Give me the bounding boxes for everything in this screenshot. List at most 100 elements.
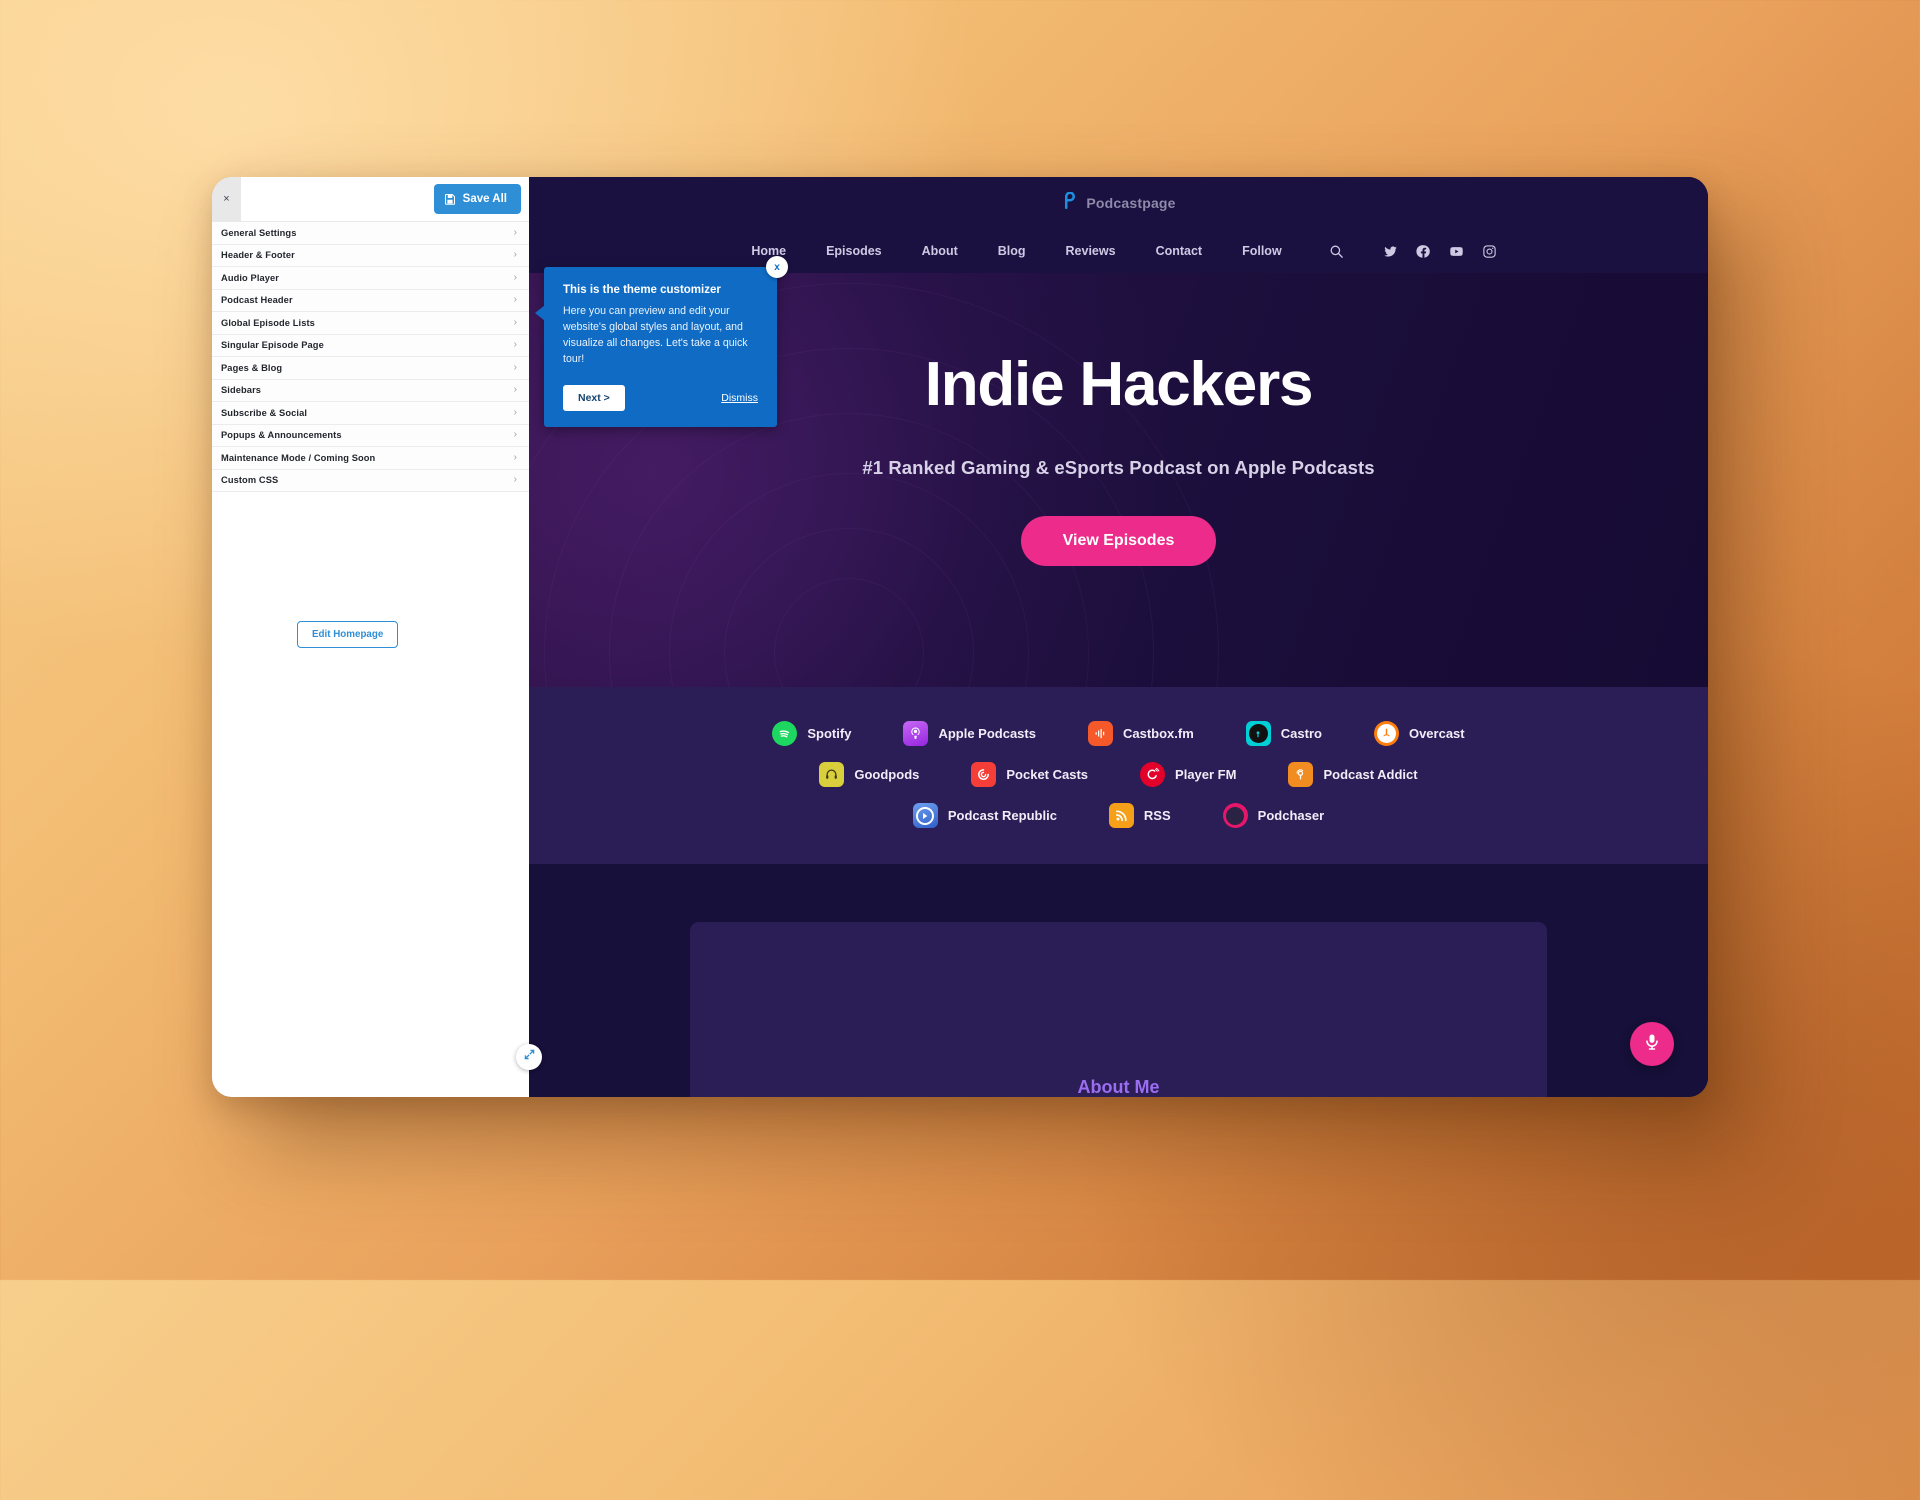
floppy-disk-icon (444, 193, 456, 205)
customizer-menu: General Settings › Header & Footer › Aud… (212, 221, 529, 492)
menu-item-custom-css[interactable]: Custom CSS › (212, 469, 529, 492)
menu-item-label: Subscribe & Social (221, 407, 308, 418)
close-icon: × (223, 193, 230, 205)
platform-podcast-addict[interactable]: Podcast Addict (1262, 754, 1443, 795)
tour-actions: Next > Dismiss (563, 384, 758, 411)
nav-link-home[interactable]: Home (731, 244, 806, 258)
menu-item-popups-announcements[interactable]: Popups & Announcements › (212, 424, 529, 447)
menu-item-label: Global Episode Lists (221, 317, 315, 328)
tour-dismiss-link[interactable]: Dismiss (721, 392, 758, 404)
save-all-button[interactable]: Save All (433, 184, 521, 214)
customizer-toolbar: × Save All (212, 177, 529, 221)
spotify-icon (772, 721, 798, 746)
chevron-right-icon: › (513, 226, 517, 238)
chevron-right-icon: › (513, 474, 517, 486)
platform-rss[interactable]: RSS (1083, 795, 1197, 836)
menu-item-label: Maintenance Mode / Coming Soon (221, 452, 376, 463)
menu-item-pages-blog[interactable]: Pages & Blog › (212, 357, 529, 380)
platform-goodpods[interactable]: Goodpods (793, 754, 945, 795)
nav-link-follow[interactable]: Follow (1222, 244, 1302, 258)
view-episodes-button[interactable]: View Episodes (1020, 516, 1217, 566)
close-tour-button[interactable]: x (766, 256, 788, 278)
platform-pocket-casts[interactable]: Pocket Casts (945, 754, 1114, 795)
menu-item-label: Header & Footer (221, 250, 295, 261)
nav-link-episodes[interactable]: Episodes (806, 244, 902, 258)
twitter-icon[interactable] (1374, 244, 1407, 259)
site-brand[interactable]: Podcastpage (1061, 190, 1176, 215)
platform-row: Podcast Republic RSS Podchaser (529, 795, 1708, 836)
platform-label: RSS (1143, 808, 1171, 823)
chevron-right-icon: › (513, 361, 517, 373)
platform-podchaser[interactable]: Podchaser (1197, 795, 1350, 836)
chevron-right-icon: › (513, 429, 517, 441)
podchaser-icon (1222, 803, 1248, 828)
platform-row: Goodpods Pocket Casts Player FM Podcast … (529, 754, 1708, 795)
menu-item-maintenance-mode[interactable]: Maintenance Mode / Coming Soon › (212, 447, 529, 470)
platform-podcast-republic[interactable]: Podcast Republic (887, 795, 1083, 836)
menu-item-label: Popups & Announcements (221, 430, 342, 441)
platform-label: Podchaser (1257, 808, 1325, 823)
chevron-right-icon: › (513, 451, 517, 463)
close-icon: x (774, 261, 780, 273)
nav-link-about[interactable]: About (902, 244, 978, 258)
browser-window: × Save All General Settings › Header & F… (212, 177, 1708, 1097)
castro-icon (1245, 721, 1271, 746)
menu-item-label: Singular Episode Page (221, 340, 324, 351)
menu-item-global-episode-lists[interactable]: Global Episode Lists › (212, 312, 529, 335)
platform-label: Player FM (1175, 767, 1237, 782)
facebook-icon[interactable] (1407, 244, 1440, 259)
rss-icon (1108, 803, 1134, 828)
menu-item-audio-player[interactable]: Audio Player › (212, 267, 529, 290)
menu-item-label: Podcast Header (221, 295, 293, 306)
menu-item-subscribe-social[interactable]: Subscribe & Social › (212, 402, 529, 425)
menu-item-label: Audio Player (221, 272, 280, 283)
menu-item-label: Pages & Blog (221, 362, 283, 373)
platform-row: Spotify Apple Podcasts Castbox.fm Castro… (529, 713, 1708, 754)
site-topbar: Podcastpage (529, 177, 1708, 229)
instagram-icon[interactable] (1473, 244, 1506, 259)
youtube-icon[interactable] (1440, 244, 1473, 259)
player-fm-icon (1140, 762, 1166, 787)
tour-title: This is the theme customizer (563, 284, 721, 296)
platform-apple-podcasts[interactable]: Apple Podcasts (877, 713, 1062, 754)
chevron-right-icon: › (513, 294, 517, 306)
platform-castbox[interactable]: Castbox.fm (1062, 713, 1220, 754)
menu-item-general-settings[interactable]: General Settings › (212, 222, 529, 245)
platform-label: Overcast (1408, 726, 1465, 741)
brand-name: Podcastpage (1086, 195, 1176, 211)
platform-label: Podcast Addict (1323, 767, 1418, 782)
menu-item-podcast-header[interactable]: Podcast Header › (212, 289, 529, 312)
chevron-right-icon: › (513, 271, 517, 283)
platform-overcast[interactable]: Overcast (1348, 713, 1491, 754)
search-icon[interactable] (1320, 244, 1374, 259)
platform-label: Pocket Casts (1006, 767, 1089, 782)
chevron-right-icon: › (513, 406, 517, 418)
menu-item-label: General Settings (221, 227, 297, 238)
collapse-arrows-icon (523, 1048, 536, 1066)
collapse-panel-button[interactable] (516, 1044, 542, 1070)
about-card: About Me (690, 922, 1547, 1097)
nav-link-contact[interactable]: Contact (1136, 244, 1223, 258)
platform-spotify[interactable]: Spotify (746, 713, 877, 754)
chevron-right-icon: › (513, 316, 517, 328)
nav-link-reviews[interactable]: Reviews (1046, 244, 1136, 258)
goodpods-icon (819, 762, 845, 787)
nav-link-blog[interactable]: Blog (978, 244, 1046, 258)
subscribe-platforms-section: Spotify Apple Podcasts Castbox.fm Castro… (529, 687, 1708, 864)
platform-player-fm[interactable]: Player FM (1114, 754, 1262, 795)
tour-next-button[interactable]: Next > (563, 384, 625, 411)
tour-body-text: Here you can preview and edit your websi… (563, 305, 748, 365)
castbox-icon (1087, 721, 1113, 746)
menu-item-singular-episode-page[interactable]: Singular Episode Page › (212, 334, 529, 357)
menu-item-header-footer[interactable]: Header & Footer › (212, 244, 529, 267)
microphone-fab-button[interactable] (1630, 1022, 1674, 1066)
platform-castro[interactable]: Castro (1220, 713, 1348, 754)
theme-customizer-panel: × Save All General Settings › Header & F… (212, 177, 542, 1097)
platform-label: Podcast Republic (947, 808, 1057, 823)
edit-homepage-button[interactable]: Edit Homepage (297, 621, 399, 648)
platform-label: Goodpods (854, 767, 920, 782)
about-section: About Me (529, 864, 1708, 1097)
menu-item-sidebars[interactable]: Sidebars › (212, 379, 529, 402)
close-customizer-button[interactable]: × (212, 177, 241, 221)
about-title: About Me (1077, 1077, 1160, 1097)
